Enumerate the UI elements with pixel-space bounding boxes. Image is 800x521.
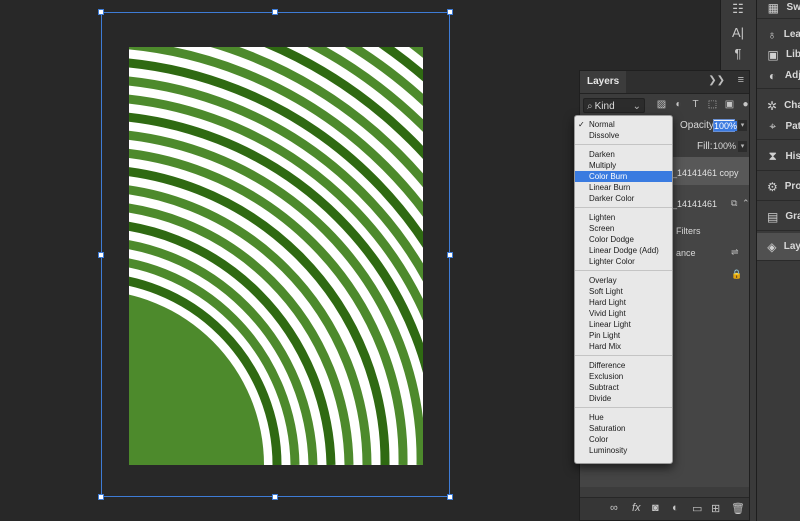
link-layers-icon[interactable]: ∞ bbox=[610, 502, 618, 514]
filter-pixel-icon[interactable]: ▨ bbox=[656, 99, 667, 110]
blend-mode-item[interactable]: Multiply bbox=[575, 160, 672, 171]
channels-icon: ✲ bbox=[767, 98, 778, 113]
new-layer-icon[interactable]: ⊞ bbox=[711, 502, 720, 515]
tab-layers[interactable]: Layers bbox=[580, 71, 627, 93]
lock-icon: 🔒 bbox=[731, 269, 743, 279]
layers-panel-footer: ∞ fx ◙ ◐ ▭ ⊞ 🗑 bbox=[580, 497, 749, 520]
blend-mode-item[interactable]: Overlay bbox=[575, 275, 672, 286]
opacity-dropdown-icon[interactable]: ▾ bbox=[738, 120, 747, 131]
blend-mode-item[interactable]: Dissolve bbox=[575, 130, 672, 141]
blend-mode-item[interactable]: Pin Light bbox=[575, 330, 672, 341]
paths-icon: ⌖ bbox=[769, 119, 777, 133]
blend-mode-item[interactable]: Color Dodge bbox=[575, 234, 672, 245]
blend-mode-item[interactable]: Lighten bbox=[575, 212, 672, 223]
transform-handle-bottom-left[interactable] bbox=[98, 494, 104, 500]
transform-handle-top-right[interactable] bbox=[447, 9, 453, 15]
dock-item-adjustments[interactable]: ◐ Adj bbox=[757, 62, 800, 89]
checkmark-icon: ✓ bbox=[578, 120, 585, 129]
history-icon: ⧗ bbox=[768, 149, 777, 163]
blend-mode-item[interactable]: Saturation bbox=[575, 423, 672, 434]
dock-item-paths[interactable]: ⌖ Pat bbox=[757, 113, 800, 140]
blend-mode-item[interactable]: Subtract bbox=[575, 382, 672, 393]
filter-kind-select[interactable]: ⌕ Kind ⌄ bbox=[583, 98, 645, 113]
filter-options-icon[interactable]: ⇌ bbox=[731, 247, 739, 258]
blend-mode-item[interactable]: Color Burn bbox=[575, 171, 672, 182]
blend-mode-item[interactable]: Difference bbox=[575, 360, 672, 371]
blend-mode-item[interactable]: Linear Light bbox=[575, 319, 672, 330]
blend-mode-item[interactable]: Darken bbox=[575, 149, 672, 160]
smart-object-icon: ⧉ bbox=[731, 198, 738, 208]
opacity-input[interactable]: 100% bbox=[713, 119, 738, 132]
blend-mode-item[interactable]: Screen bbox=[575, 223, 672, 234]
transform-handle-top-left[interactable] bbox=[98, 9, 104, 15]
grid-icon: ▦ bbox=[767, 0, 779, 15]
fill-label: Fill: bbox=[697, 141, 713, 152]
fill-input[interactable]: 100% bbox=[713, 141, 736, 151]
dock-item-gradients[interactable]: ▤ Gra bbox=[757, 203, 800, 230]
swatches-tool-icon[interactable]: ☷ bbox=[727, 0, 749, 18]
panel-menu-icon[interactable]: ≡ bbox=[738, 74, 744, 86]
blend-mode-item[interactable]: Hue bbox=[575, 412, 672, 423]
collapse-panel-icon[interactable]: ❯❯ bbox=[708, 75, 725, 86]
delete-layer-icon[interactable]: 🗑 bbox=[731, 502, 745, 515]
dock-item-layers[interactable]: ◈ Lay bbox=[757, 233, 800, 260]
layers-panel-tabbar: Layers ❯❯ ≡ bbox=[580, 71, 749, 94]
blend-mode-item[interactable]: Hard Light bbox=[575, 297, 672, 308]
menu-separator bbox=[575, 144, 672, 145]
gradient-icon: ▤ bbox=[767, 209, 779, 224]
transform-handle-left[interactable] bbox=[98, 252, 104, 258]
layers-icon: ◈ bbox=[767, 239, 777, 254]
menu-separator bbox=[575, 407, 672, 408]
lightbulb-icon: ♁ bbox=[767, 27, 777, 42]
blend-mode-item[interactable]: Hard Mix bbox=[575, 341, 672, 352]
chevron-down-icon: ⌄ bbox=[632, 101, 641, 112]
search-icon: ⌕ bbox=[587, 101, 593, 112]
dock-item-properties[interactable]: ⚙ Pro bbox=[757, 173, 800, 200]
blend-mode-item[interactable]: Linear Burn bbox=[575, 182, 672, 193]
blend-mode-item[interactable]: Exclusion bbox=[575, 371, 672, 382]
expand-filters-icon[interactable]: ⌃ bbox=[742, 198, 750, 209]
paragraph-icon[interactable]: ¶ bbox=[727, 45, 749, 63]
filter-toggle-icon[interactable]: ● bbox=[740, 99, 751, 110]
filter-item-label[interactable]: ance bbox=[676, 248, 696, 258]
filter-smartobject-icon[interactable]: ▣ bbox=[724, 99, 735, 110]
adjustments-icon: ◐ bbox=[768, 68, 777, 83]
layer-style-fx-icon[interactable]: fx bbox=[632, 502, 641, 514]
panel-dock: ▦ Sw ♁ Lea ▣ Lib ◐ Adj ✲ Cha ⌖ Pat ⧗ His… bbox=[756, 0, 800, 521]
menu-separator bbox=[575, 355, 672, 356]
blend-mode-item[interactable]: Darker Color bbox=[575, 193, 672, 204]
filter-adjustment-icon[interactable]: ◐ bbox=[673, 99, 684, 110]
blend-mode-item[interactable]: Soft Light bbox=[575, 286, 672, 297]
blend-mode-item[interactable]: Divide bbox=[575, 393, 672, 404]
filter-type-icon[interactable]: T bbox=[690, 99, 701, 110]
library-icon: ▣ bbox=[767, 47, 779, 62]
blend-mode-item[interactable]: Linear Dodge (Add) bbox=[575, 245, 672, 256]
smart-filters-label: Filters bbox=[676, 226, 701, 236]
adjustment-layer-icon[interactable]: ◐ bbox=[672, 502, 679, 514]
properties-icon: ⚙ bbox=[767, 179, 778, 194]
blend-mode-item[interactable]: Color bbox=[575, 434, 672, 445]
transform-handle-top[interactable] bbox=[272, 9, 278, 15]
blend-mode-dropdown-menu: ✓ Normal Dissolve Darken Multiply Color Burn L… bbox=[574, 115, 673, 464]
menu-separator bbox=[575, 270, 672, 271]
menu-separator bbox=[575, 207, 672, 208]
add-mask-icon[interactable]: ◙ bbox=[652, 502, 659, 514]
opacity-label: Opacity: bbox=[680, 120, 717, 131]
blend-mode-item[interactable]: Normal bbox=[575, 119, 672, 130]
blend-mode-item[interactable]: Luminosity bbox=[575, 445, 672, 456]
character-icon[interactable]: A| bbox=[727, 24, 749, 42]
transform-handle-right[interactable] bbox=[447, 252, 453, 258]
new-group-icon[interactable]: ▭ bbox=[692, 502, 702, 515]
transform-handle-bottom[interactable] bbox=[272, 494, 278, 500]
dock-item-history[interactable]: ⧗ His bbox=[757, 143, 800, 170]
free-transform-bounding-box[interactable] bbox=[98, 9, 453, 500]
blend-mode-item[interactable]: Lighter Color bbox=[575, 256, 672, 267]
fill-dropdown-icon[interactable]: ▾ bbox=[738, 141, 747, 152]
layer-filter-row: ⌕ Kind ⌄ ▨ ◐ T ⬚ ▣ ● bbox=[583, 98, 749, 114]
transform-handle-bottom-right[interactable] bbox=[447, 494, 453, 500]
filter-shape-icon[interactable]: ⬚ bbox=[707, 99, 718, 110]
blend-mode-item[interactable]: Vivid Light bbox=[575, 308, 672, 319]
